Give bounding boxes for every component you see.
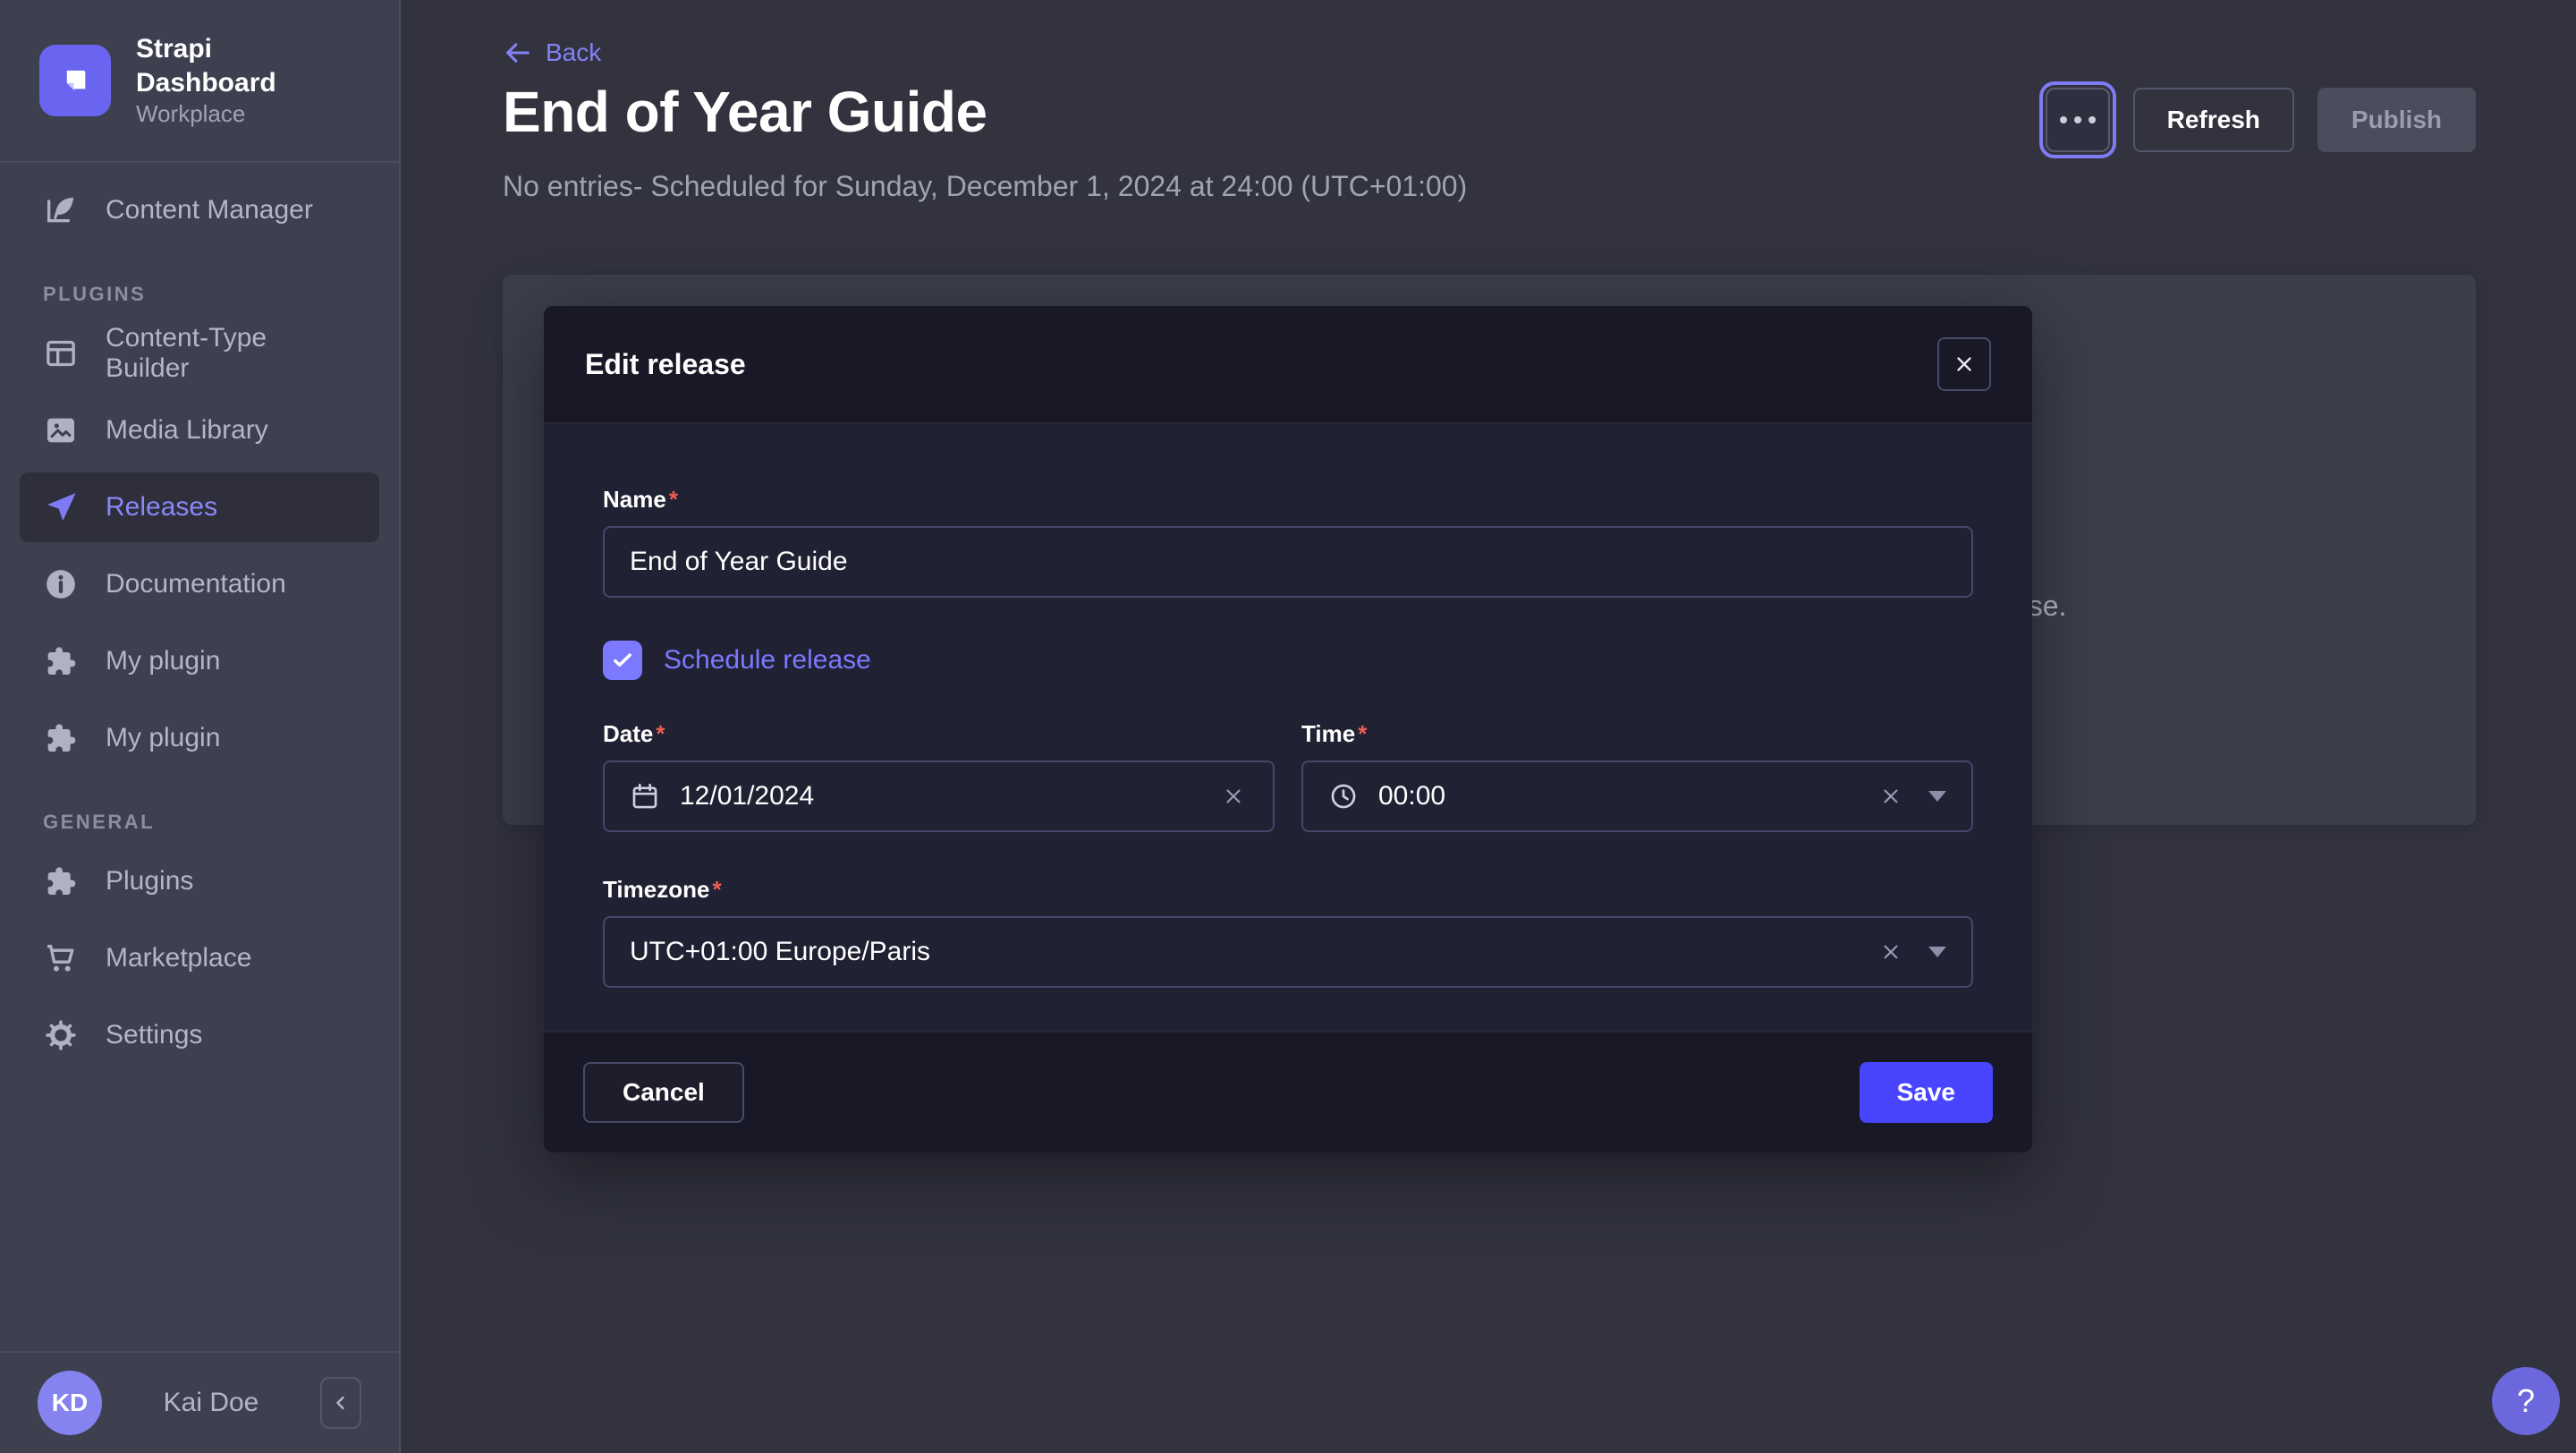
sidebar-item-content-manager[interactable]: Content Manager	[20, 175, 379, 245]
paper-plane-icon	[43, 489, 79, 525]
publish-button[interactable]: Publish	[2318, 88, 2476, 152]
sidebar-item-label: Content-Type Builder	[106, 323, 356, 384]
date-field-group: Date* 12/01/2024	[603, 719, 1275, 832]
back-link[interactable]: Back	[503, 38, 601, 68]
date-input[interactable]: 12/01/2024	[603, 760, 1275, 832]
page-title: End of Year Guide	[503, 79, 987, 145]
sidebar-footer: KD Kai Doe	[0, 1351, 399, 1453]
workspace-subtitle: Workplace	[136, 99, 360, 129]
required-asterisk: *	[1358, 720, 1367, 747]
schedule-release-label[interactable]: Schedule release	[664, 645, 871, 676]
name-value: End of Year Guide	[630, 547, 1946, 577]
time-value: 00:00	[1378, 781, 1857, 811]
date-label: Date*	[603, 719, 1275, 748]
gear-icon	[43, 1017, 79, 1053]
sidebar-section-plugins: PLUGINS	[43, 283, 356, 306]
timezone-field-group: Timezone* UTC+01:00 Europe/Paris	[603, 875, 1973, 988]
time-input[interactable]: 00:00	[1301, 760, 1973, 832]
clear-time-button[interactable]	[1877, 782, 1905, 811]
timezone-input[interactable]: UTC+01:00 Europe/Paris	[603, 916, 1973, 988]
chevron-down-icon	[1928, 791, 1946, 802]
header-actions: Refresh Publish	[2046, 88, 2476, 152]
sidebar-item-releases[interactable]: Releases	[20, 472, 379, 542]
name-field-group: Name* End of Year Guide	[603, 485, 1973, 598]
sidebar-item-label: Releases	[106, 492, 217, 523]
time-label: Time*	[1301, 719, 1973, 748]
required-asterisk: *	[712, 876, 721, 903]
sidebar-item-label: My plugin	[106, 646, 220, 676]
sidebar-item-my-plugin-1[interactable]: My plugin	[20, 626, 379, 696]
ellipsis-icon	[2060, 116, 2067, 123]
sidebar-item-media-library[interactable]: Media Library	[20, 395, 379, 465]
clear-date-button[interactable]	[1219, 782, 1248, 811]
cancel-button[interactable]: Cancel	[583, 1062, 744, 1123]
sidebar-item-label: My plugin	[106, 723, 220, 753]
timezone-value: UTC+01:00 Europe/Paris	[630, 937, 1857, 967]
layout-grid-icon	[43, 336, 79, 371]
date-value: 12/01/2024	[680, 781, 1199, 811]
clock-icon	[1328, 781, 1359, 811]
collapse-sidebar-button[interactable]	[320, 1377, 361, 1429]
sidebar-item-label: Marketplace	[106, 943, 251, 973]
close-icon	[1953, 353, 1976, 376]
cart-icon	[43, 940, 79, 976]
puzzle-icon	[43, 863, 79, 899]
required-asterisk: *	[656, 720, 665, 747]
sidebar-item-content-type-builder[interactable]: Content-Type Builder	[20, 319, 379, 388]
sidebar-item-plugins[interactable]: Plugins	[20, 846, 379, 916]
name-label: Name*	[603, 485, 1973, 514]
modal-header: Edit release	[544, 306, 2032, 424]
modal-body: Name* End of Year Guide Schedule release…	[544, 424, 2032, 1031]
calendar-icon	[630, 781, 660, 811]
feather-pen-icon	[43, 192, 79, 228]
modal-title: Edit release	[585, 348, 746, 381]
edit-release-modal: Edit release Name* End of Year Guide	[544, 306, 2032, 1152]
schedule-release-row: Schedule release	[603, 641, 1973, 680]
time-field-group: Time* 00:00	[1301, 719, 1973, 832]
sidebar-item-settings[interactable]: Settings	[20, 1000, 379, 1070]
modal-footer: Cancel Save	[544, 1031, 2032, 1152]
timezone-label: Timezone*	[603, 875, 1973, 904]
sidebar-item-label: Plugins	[106, 866, 193, 896]
chevron-down-icon	[1928, 947, 1946, 957]
sidebar-section-general: GENERAL	[43, 811, 356, 834]
required-asterisk: *	[669, 486, 678, 513]
save-button[interactable]: Save	[1860, 1062, 1993, 1123]
puzzle-icon	[43, 643, 79, 679]
page-subtitle: No entries- Scheduled for Sunday, Decemb…	[503, 170, 1467, 203]
clear-icon	[1878, 784, 1903, 809]
sidebar-item-label: Documentation	[106, 569, 286, 599]
sidebar: Strapi Dashboard Workplace Content Manag…	[0, 0, 401, 1453]
help-button[interactable]: ?	[2492, 1367, 2560, 1435]
clear-icon	[1221, 784, 1246, 809]
info-icon	[43, 566, 79, 602]
image-icon	[43, 412, 79, 448]
user-name: Kai Doe	[123, 1388, 299, 1418]
check-icon	[610, 648, 635, 673]
puzzle-icon	[43, 720, 79, 756]
chevron-left-icon	[330, 1392, 352, 1414]
schedule-release-checkbox[interactable]	[603, 641, 642, 680]
user-avatar: KD	[38, 1371, 102, 1435]
refresh-button[interactable]: Refresh	[2133, 88, 2294, 152]
sidebar-item-marketplace[interactable]: Marketplace	[20, 923, 379, 993]
arrow-left-icon	[503, 38, 533, 68]
workspace-title: Strapi Dashboard	[136, 32, 360, 99]
sidebar-item-label: Media Library	[106, 415, 268, 446]
strapi-logo-icon	[39, 45, 111, 116]
clear-timezone-button[interactable]	[1877, 938, 1905, 966]
name-input[interactable]: End of Year Guide	[603, 526, 1973, 598]
sidebar-item-documentation[interactable]: Documentation	[20, 549, 379, 619]
sidebar-nav: Content Manager PLUGINS Content-Type Bui…	[0, 163, 399, 1352]
sidebar-item-label: Settings	[106, 1020, 202, 1050]
workspace-brand: Strapi Dashboard Workplace	[0, 0, 399, 161]
clear-icon	[1878, 939, 1903, 964]
more-options-button[interactable]	[2046, 88, 2110, 152]
close-modal-button[interactable]	[1937, 337, 1991, 391]
sidebar-item-my-plugin-2[interactable]: My plugin	[20, 703, 379, 773]
sidebar-item-label: Content Manager	[106, 195, 313, 225]
